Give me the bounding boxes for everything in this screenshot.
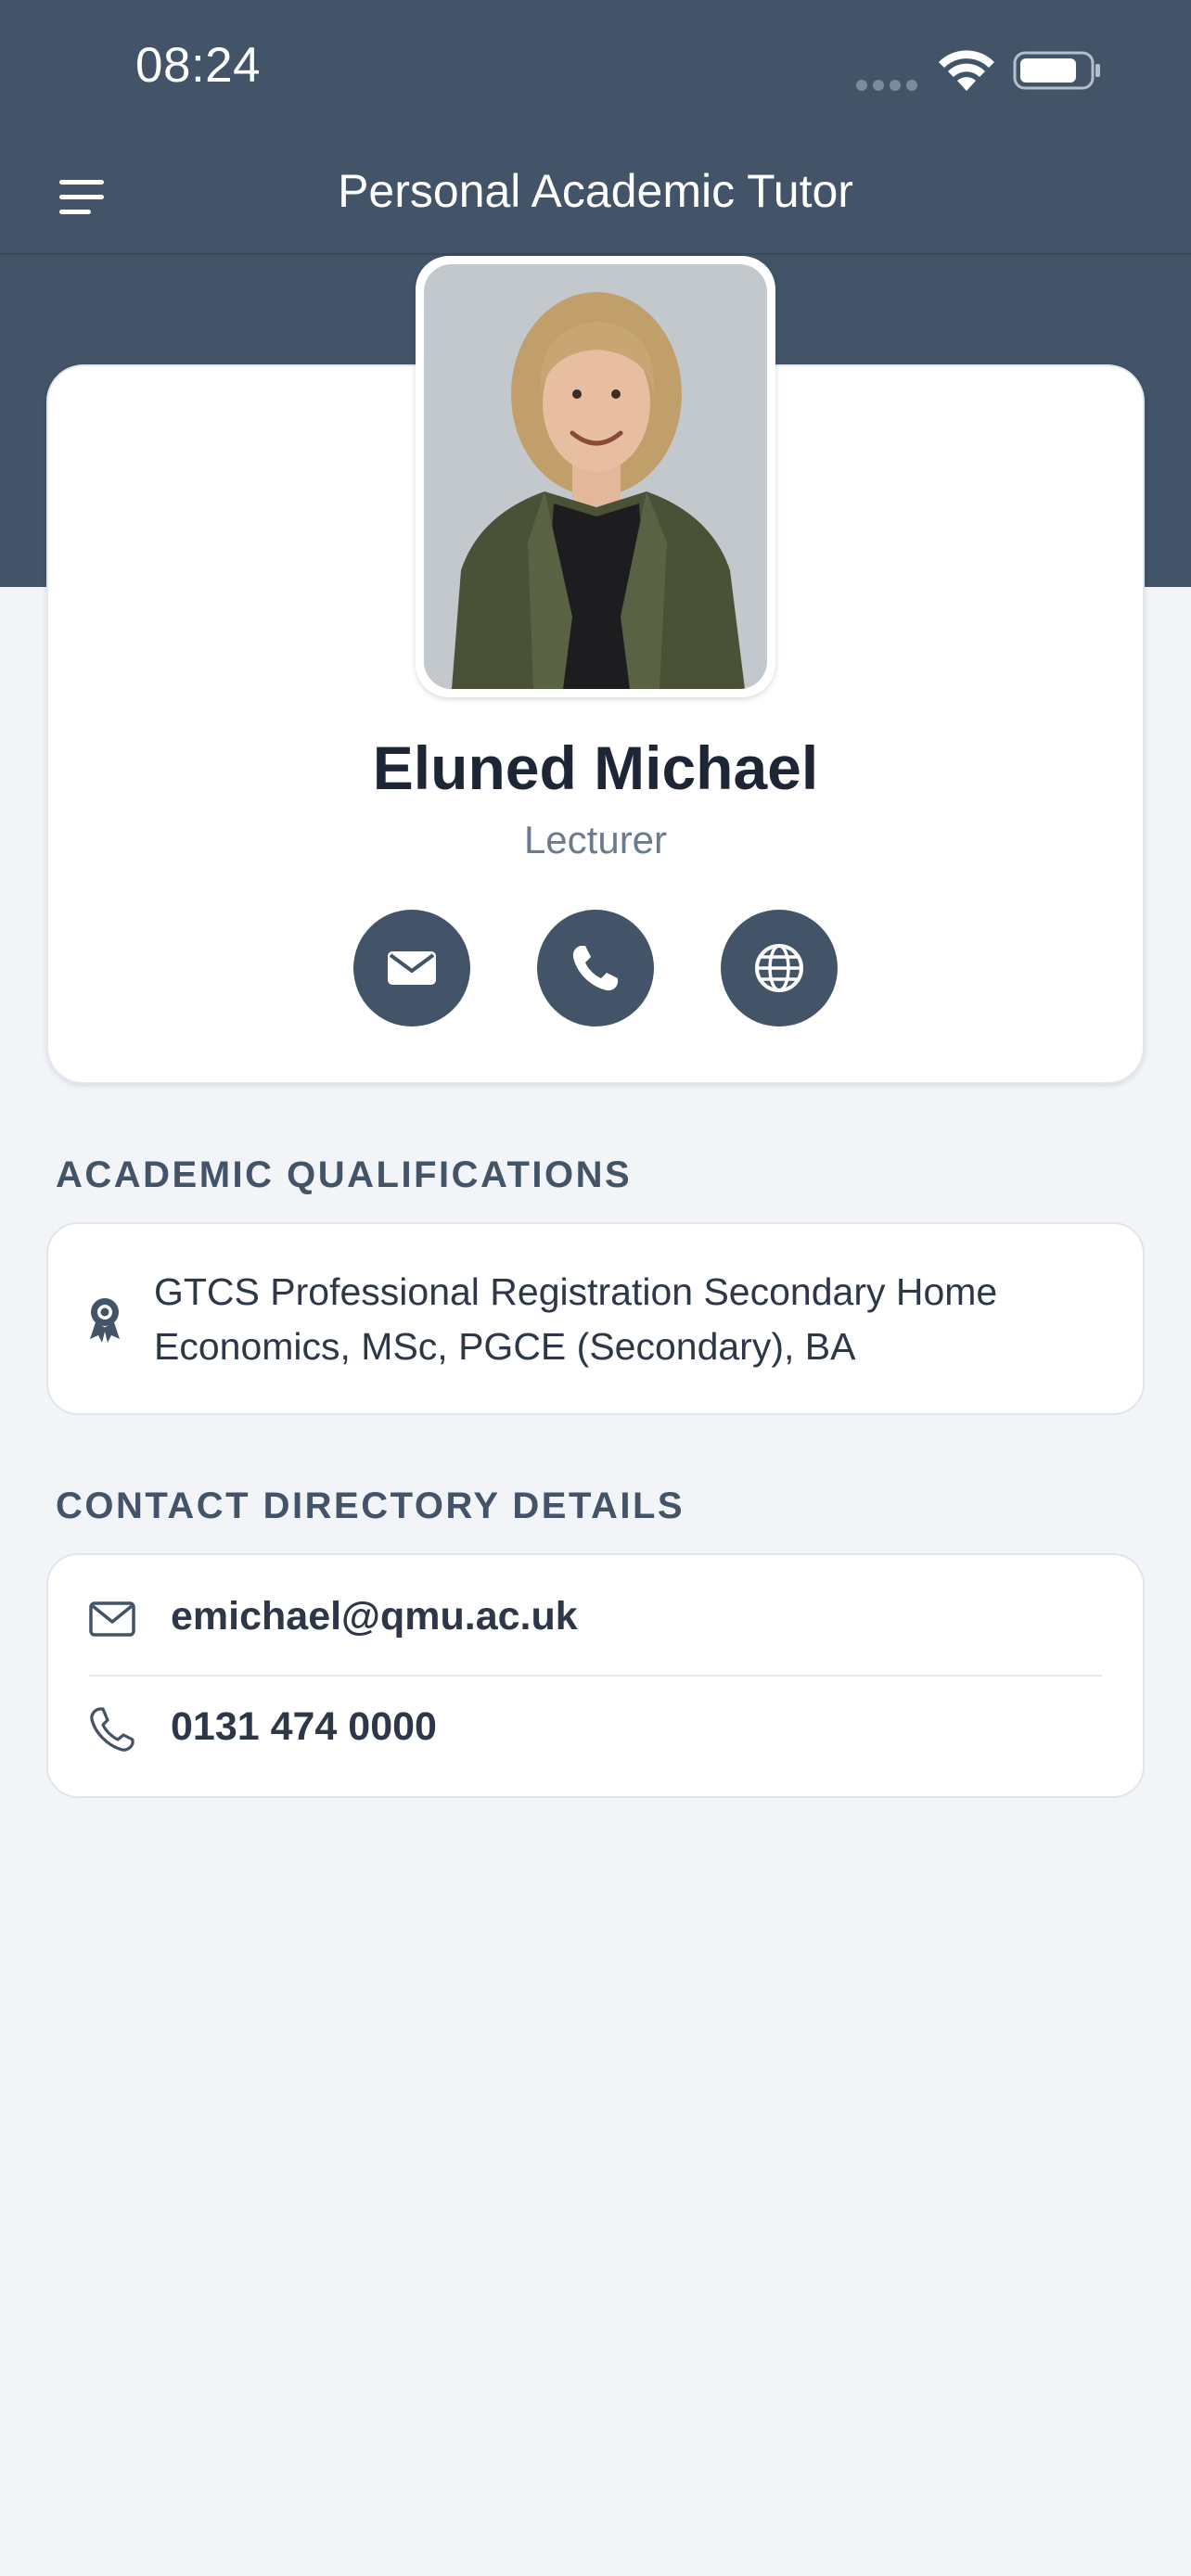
call-button[interactable] xyxy=(537,910,654,1027)
qualifications-card: GTCS Professional Registration Secondary… xyxy=(46,1222,1145,1415)
profile-name: Eluned Michael xyxy=(372,733,819,802)
envelope-icon xyxy=(388,951,436,985)
website-button[interactable] xyxy=(721,910,838,1027)
wifi-icon xyxy=(939,50,994,91)
globe-icon xyxy=(755,944,803,992)
award-ribbon-icon xyxy=(90,1298,120,1343)
profile-photo xyxy=(424,264,767,689)
nav-divider xyxy=(0,253,1191,255)
page-title: Personal Academic Tutor xyxy=(338,165,853,217)
phone-icon xyxy=(90,1707,134,1752)
status-bar: 08:24 xyxy=(0,0,1191,139)
envelope-icon xyxy=(89,1601,135,1637)
contact-heading: CONTACT DIRECTORY DETAILS xyxy=(56,1486,685,1526)
battery-icon xyxy=(1013,51,1100,90)
profile-photo-frame xyxy=(416,256,775,697)
contact-card: emichael@qmu.ac.uk 0131 474 0000 xyxy=(46,1553,1145,1798)
qualifications-heading: ACADEMIC QUALIFICATIONS xyxy=(56,1154,633,1195)
email-row[interactable]: emichael@qmu.ac.uk xyxy=(48,1564,1143,1674)
cellular-signal-icon xyxy=(856,80,917,91)
email-value: emichael@qmu.ac.uk xyxy=(171,1594,578,1639)
email-button[interactable] xyxy=(353,910,470,1027)
status-time: 08:24 xyxy=(135,38,262,93)
phone-row[interactable]: 0131 474 0000 xyxy=(48,1675,1143,1784)
phone-icon xyxy=(572,946,618,991)
profile-role: Lecturer xyxy=(523,818,668,861)
phone-value: 0131 474 0000 xyxy=(171,1704,437,1749)
navigation-bar: Personal Academic Tutor xyxy=(0,139,1191,254)
qualifications-text: GTCS Professional Registration Secondary… xyxy=(154,1270,998,1368)
